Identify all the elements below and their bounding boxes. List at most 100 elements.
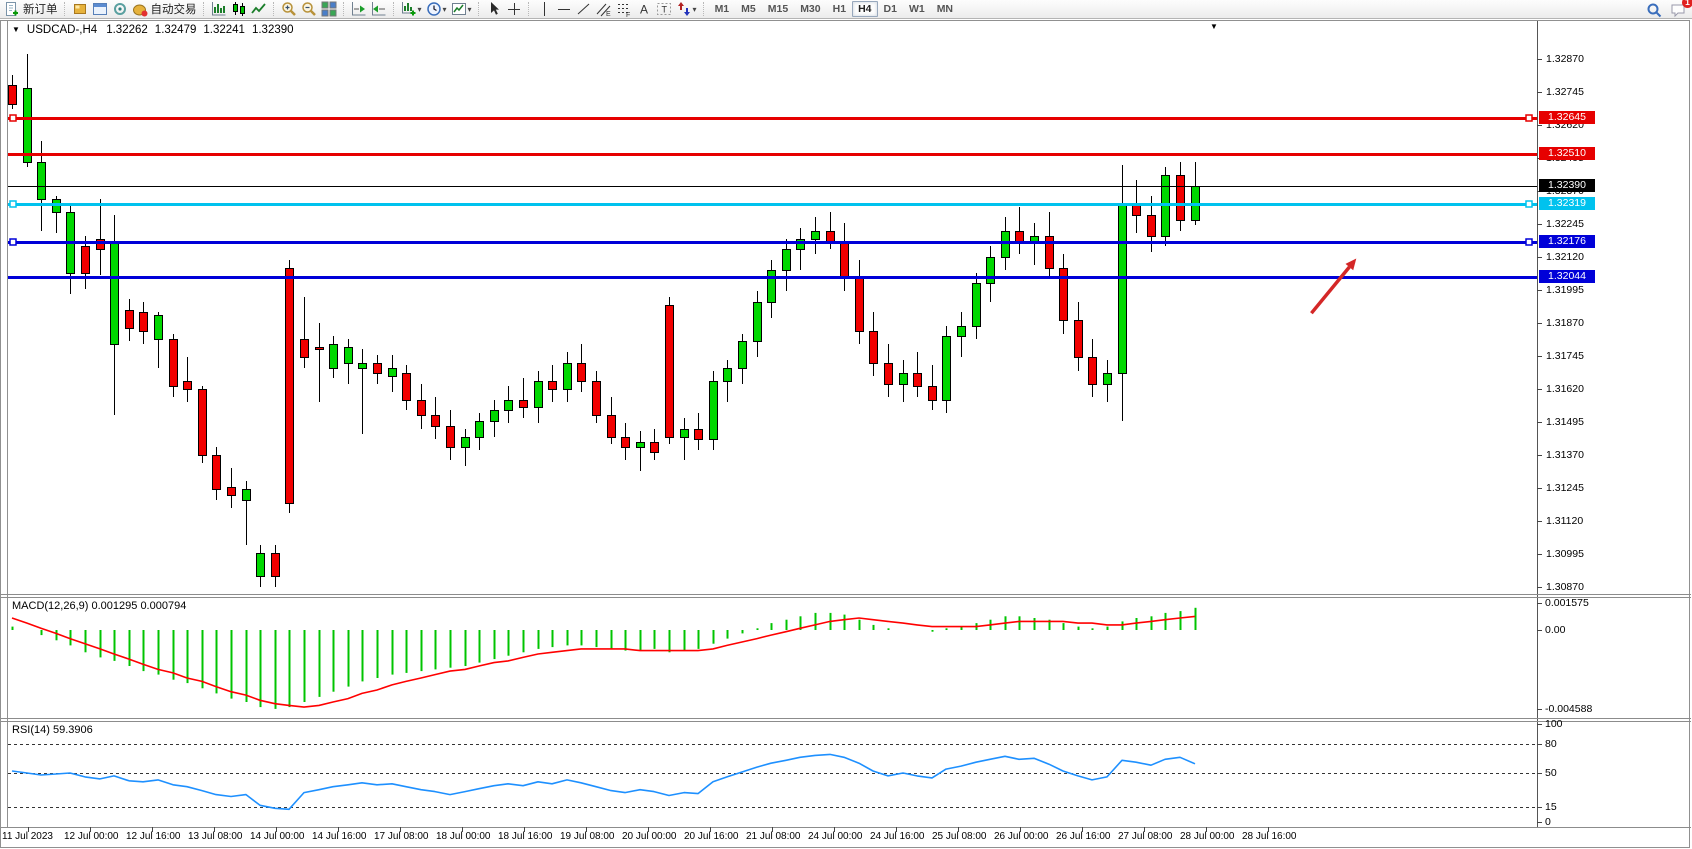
timeframe-w1-button[interactable]: W1 <box>903 1 931 17</box>
equidistant-channel-button[interactable]: E <box>594 1 614 18</box>
macd-label: MACD(12,26,9) 0.001295 0.000794 <box>12 600 186 612</box>
price-tick-label: 1.30995 <box>1546 548 1626 560</box>
doc-plus-icon <box>4 1 20 17</box>
tile-windows-button[interactable] <box>319 1 339 18</box>
template-button[interactable]: ▾ <box>449 1 474 18</box>
rsi-level-label: 15 <box>1545 801 1557 813</box>
chart-left-edge <box>7 21 8 827</box>
time-tick-label: 17 Jul 08:00 <box>374 831 429 842</box>
signal-ring-icon <box>112 1 128 17</box>
chart-window-border <box>0 20 1690 848</box>
candlestick-chart-button[interactable] <box>229 1 249 18</box>
splitter-macd-rsi[interactable] <box>1 718 1691 719</box>
tile-icon <box>321 1 337 17</box>
chevron-down-icon: ▾ <box>418 5 422 14</box>
auto-scroll-button[interactable] <box>349 1 369 18</box>
splitter-main-macd[interactable] <box>1 594 1691 595</box>
time-tick-label: 12 Jul 00:00 <box>64 831 119 842</box>
arrows-button[interactable]: ▾ <box>674 1 699 18</box>
bars-icon <box>211 1 227 17</box>
trendline-icon <box>576 1 592 17</box>
low-value: 1.32241 <box>203 24 245 36</box>
text-label-button[interactable]: T <box>654 1 674 18</box>
textA-icon: A <box>636 1 652 17</box>
bar-chart-button[interactable] <box>209 1 229 18</box>
toolbar-separator <box>64 2 66 16</box>
splitter-macd-rsi-2[interactable] <box>1 721 1691 722</box>
signals-button[interactable] <box>110 1 130 18</box>
rsi-level-label: 50 <box>1545 767 1557 779</box>
time-tick-label: 28 Jul 00:00 <box>1180 831 1235 842</box>
chart-shift-button[interactable] <box>369 1 389 18</box>
timeframe-h1-button[interactable]: H1 <box>827 1 852 17</box>
timeframe-m1-button[interactable]: M1 <box>709 1 736 17</box>
mt4-terminal: { "toolbar": { "new_order_label": "新订单",… <box>0 0 1692 849</box>
autoscroll-icon <box>351 1 367 17</box>
market-watch-button[interactable] <box>70 1 90 18</box>
splitter-main-macd-2[interactable] <box>1 597 1691 598</box>
toolbar-separator <box>343 2 345 16</box>
time-tick-label: 21 Jul 08:00 <box>746 831 801 842</box>
open-value: 1.32262 <box>106 24 148 36</box>
price-line-badge: 1.32510 <box>1539 147 1595 160</box>
time-tick-label: 14 Jul 16:00 <box>312 831 367 842</box>
time-tick-label: 20 Jul 16:00 <box>684 831 739 842</box>
profiles-button[interactable]: ▾ <box>424 1 449 18</box>
price-tick-label: 1.31870 <box>1546 317 1626 329</box>
timeframe-d1-button[interactable]: D1 <box>878 1 903 17</box>
toolbar-separator <box>703 2 705 16</box>
svg-text:A: A <box>640 3 648 17</box>
auto-trading-button[interactable]: 自动交易 <box>130 1 199 18</box>
time-tick-label: 24 Jul 16:00 <box>870 831 925 842</box>
notifications-button[interactable]: 1 <box>1668 1 1688 18</box>
horizontal-line-button[interactable] <box>554 1 574 18</box>
crosshair-button[interactable] <box>504 1 524 18</box>
cursor-button[interactable] <box>484 1 504 18</box>
price-tick-label: 1.31995 <box>1546 284 1626 296</box>
clock-icon <box>426 1 442 17</box>
price-line-badge: 1.32390 <box>1539 179 1595 192</box>
svg-text:E: E <box>606 11 611 17</box>
crosshair-icon <box>506 1 522 17</box>
cursor-icon <box>486 1 502 17</box>
timeframe-m30-button[interactable]: M30 <box>794 1 826 17</box>
auto-trading-button-label: 自动交易 <box>151 1 197 17</box>
time-axis-border <box>1 827 1691 828</box>
new-chart-button[interactable]: ▾ <box>399 1 424 18</box>
price-tick-label: 1.32870 <box>1546 53 1626 65</box>
close-value: 1.32390 <box>252 24 294 36</box>
toolbar-separator <box>203 2 205 16</box>
main-toolbar: 新订单自动交易▾▾▾EFAT▾M1M5M15M30H1H4D1W1MN1 <box>0 0 1692 19</box>
timeframe-m15-button[interactable]: M15 <box>762 1 794 17</box>
chart-collapse-icon[interactable]: ▼ <box>12 25 20 34</box>
search-button[interactable] <box>1644 1 1664 18</box>
blue-window-icon <box>92 1 108 17</box>
fibonacci-button[interactable]: F <box>614 1 634 18</box>
price-line-badge: 1.32044 <box>1539 270 1595 283</box>
chart-plus-icon <box>401 1 417 17</box>
vertical-line-button[interactable] <box>534 1 554 18</box>
time-tick-label: 20 Jul 00:00 <box>622 831 677 842</box>
rsi-level-label: 80 <box>1545 738 1557 750</box>
data-window-button[interactable] <box>90 1 110 18</box>
zoom-in-button[interactable] <box>279 1 299 18</box>
line-chart-button[interactable] <box>249 1 269 18</box>
new-order-button[interactable]: 新订单 <box>2 1 60 18</box>
chart-marker-icon: ▼ <box>1210 22 1218 31</box>
timeframe-m5-button[interactable]: M5 <box>735 1 762 17</box>
macd-scale-label: 0.00 <box>1545 624 1565 636</box>
timeframe-h4-button[interactable]: H4 <box>852 1 877 17</box>
text-button[interactable]: A <box>634 1 654 18</box>
price-tick-label: 1.32745 <box>1546 86 1626 98</box>
time-tick-label: 18 Jul 00:00 <box>436 831 491 842</box>
timeframe-mn-button[interactable]: MN <box>931 1 959 17</box>
gold-cube-icon <box>72 1 88 17</box>
rsi-level-label: 0 <box>1545 816 1551 828</box>
time-tick-label: 13 Jul 08:00 <box>188 831 243 842</box>
vline-icon <box>536 1 552 17</box>
price-tick-label: 1.31745 <box>1546 350 1626 362</box>
time-tick-label: 26 Jul 00:00 <box>994 831 1049 842</box>
zoom-out-button[interactable] <box>299 1 319 18</box>
gold-pot-icon <box>132 1 148 17</box>
trendline-button[interactable] <box>574 1 594 18</box>
